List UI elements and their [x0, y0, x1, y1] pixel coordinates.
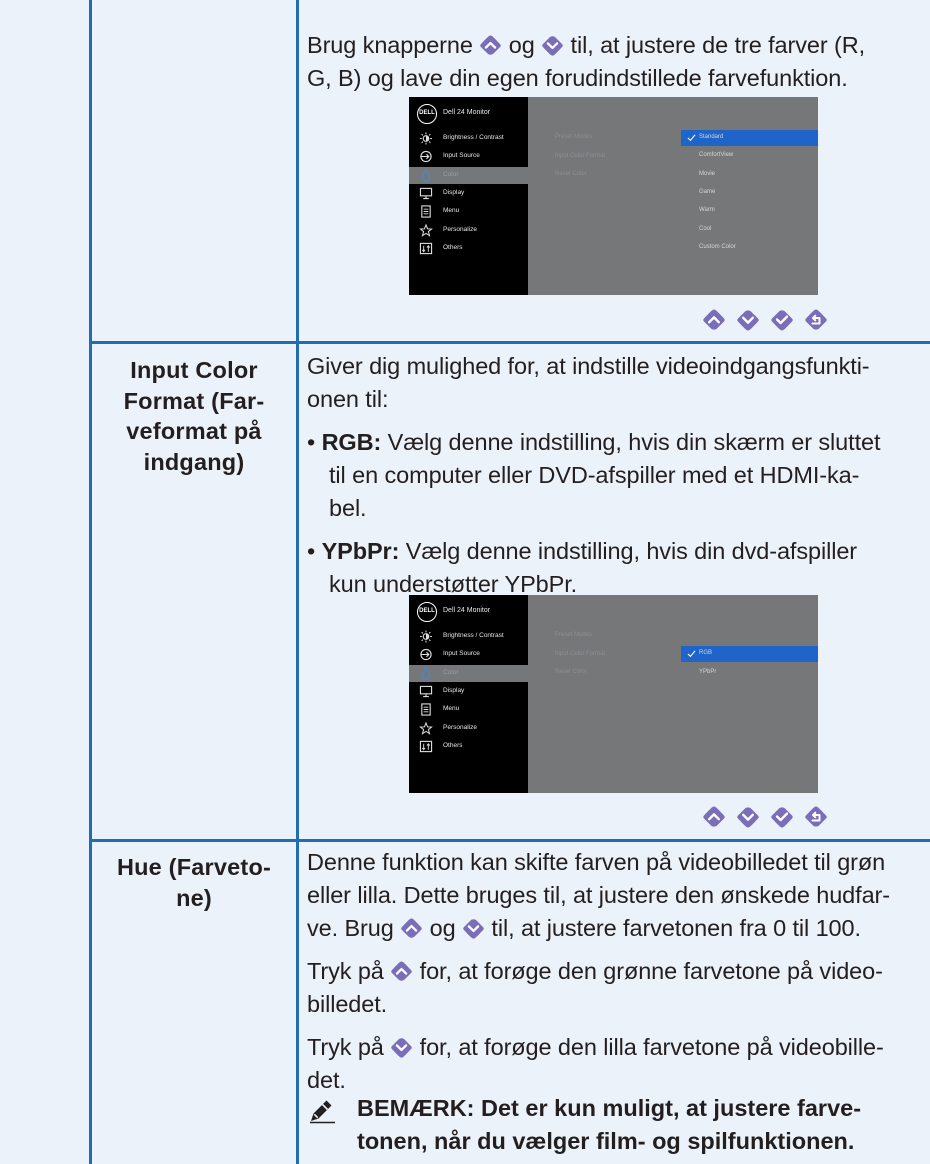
- menu-icon: [419, 703, 433, 716]
- osd-option-ypbpr[interactable]: YPbPr: [681, 665, 818, 681]
- osd-sub-preset-modes[interactable]: Preset Modes: [555, 134, 592, 140]
- row-divider-1: [89, 341, 930, 344]
- display-icon: [419, 685, 433, 698]
- osd-sub-input-color-format[interactable]: Input Color Format: [555, 651, 605, 657]
- osd-menu-menu[interactable]: Menu: [409, 203, 528, 220]
- osd-title: Dell 24 Monitor: [443, 109, 491, 116]
- down-button-icon: [462, 917, 485, 940]
- osd-menu-panel: DELL Dell 24 Monitor Brightness / Contra…: [409, 595, 528, 793]
- up-button-icon: [390, 960, 413, 983]
- osd-menu-others[interactable]: Others: [409, 738, 528, 755]
- osd-menu-others[interactable]: Others: [409, 240, 528, 257]
- input-source-icon: [419, 150, 433, 163]
- osd-option-cool[interactable]: Cool: [681, 222, 818, 238]
- star-icon: [419, 722, 433, 735]
- osd-preset-modes: DELL Dell 24 Monitor Brightness / Contra…: [409, 97, 818, 295]
- check-icon: [687, 133, 696, 142]
- osd-menu-input-source[interactable]: Input Source: [409, 646, 528, 663]
- dell-logo: DELL: [417, 104, 437, 124]
- osd-menu-input-source[interactable]: Input Source: [409, 148, 528, 165]
- osd-menu-color[interactable]: Color: [409, 665, 528, 682]
- hue-desc: Denne funktion kan skifte farven på vide…: [307, 846, 927, 1097]
- brightness-icon: [419, 132, 433, 145]
- osd-option-warm[interactable]: Warm: [681, 203, 818, 219]
- osd-menu-color[interactable]: Color: [409, 167, 528, 184]
- osd-option-rgb[interactable]: RGB: [681, 646, 818, 662]
- down-button-icon: [390, 1036, 413, 1059]
- menu-icon: [419, 205, 433, 218]
- color-icon: [419, 667, 433, 680]
- others-icon: [419, 242, 433, 255]
- down-button-icon: [736, 805, 760, 829]
- check-icon: [687, 649, 696, 658]
- osd-menu-panel: DELL Dell 24 Monitor Brightness / Contra…: [409, 97, 528, 295]
- osd-menu-brightness[interactable]: Brightness / Contrast: [409, 130, 528, 147]
- color-icon: [419, 169, 433, 182]
- back-button-icon: [804, 805, 828, 829]
- osd-sub-reset-color[interactable]: Reset Color: [555, 171, 587, 177]
- row-divider-2: [89, 839, 930, 842]
- hue-label: Hue (Farveto- ne): [116, 854, 272, 911]
- up-button-icon: [400, 917, 423, 940]
- osd-sub-preset-modes[interactable]: Preset Modes: [555, 632, 592, 638]
- intro-line-1: Brug knapperne og til, at justere de tre…: [307, 32, 866, 58]
- osd-menu-menu[interactable]: Menu: [409, 701, 528, 718]
- hue-line-3: ve. Brug og til, at justere farvetonen f…: [307, 915, 861, 941]
- down-button-icon: [736, 308, 760, 332]
- back-button-icon: [804, 308, 828, 332]
- osd-title: Dell 24 Monitor: [443, 607, 491, 614]
- osd-input-color-format: DELL Dell 24 Monitor Brightness / Contra…: [409, 595, 818, 793]
- osd-menu-personalize[interactable]: Personalize: [409, 222, 528, 239]
- osd-menu-display[interactable]: Display: [409, 185, 528, 202]
- display-icon: [419, 187, 433, 200]
- brightness-icon: [419, 630, 433, 643]
- input-color-format-desc: Giver dig mulighed for, at indstille vid…: [307, 350, 927, 601]
- osd-option-game[interactable]: Game: [681, 185, 818, 201]
- osd-nav-buttons-1: [702, 308, 838, 336]
- osd-option-standard[interactable]: Standard: [681, 130, 818, 146]
- osd-nav-buttons-2: [702, 805, 838, 833]
- osd-menu-personalize[interactable]: Personalize: [409, 720, 528, 737]
- bullet-rgb: • RGB: Vælg denne indstilling, hvis din …: [307, 429, 881, 521]
- star-icon: [419, 224, 433, 237]
- note-line-2: tonen, når du vælger film- og spilfunkti…: [357, 1128, 855, 1154]
- down-button-icon: [541, 34, 564, 57]
- osd-option-movie[interactable]: Movie: [681, 167, 818, 183]
- dell-logo: DELL: [417, 602, 437, 622]
- osd-sub-input-color-format[interactable]: Input Color Format: [555, 153, 605, 159]
- check-button-icon: [770, 805, 794, 829]
- note-pencil-icon: [310, 1100, 335, 1124]
- intro-text: Brug knapperne og til, at justere de tre…: [307, 29, 927, 95]
- osd-sub-reset-color[interactable]: Reset Color: [555, 669, 587, 675]
- table-border-left: [89, 0, 92, 1164]
- input-color-format-label: Input Color Format (Far- veformat på ind…: [123, 357, 265, 475]
- check-button-icon: [770, 308, 794, 332]
- table-border-middle: [296, 0, 299, 1164]
- osd-menu-display[interactable]: Display: [409, 683, 528, 700]
- up-button-icon: [479, 34, 502, 57]
- up-button-icon: [702, 805, 726, 829]
- note-line-1: BEMÆRK: Det er kun muligt, at justere fa…: [357, 1095, 862, 1121]
- bullet-ypbpr: • YPbPr: Vælg denne indstilling, hvis di…: [307, 538, 858, 597]
- others-icon: [419, 740, 433, 753]
- osd-option-custom-color[interactable]: Custom Color: [681, 240, 818, 256]
- input-source-icon: [419, 648, 433, 661]
- osd-menu-brightness[interactable]: Brightness / Contrast: [409, 628, 528, 645]
- osd-option-comfortview[interactable]: ComfortView: [681, 148, 818, 164]
- up-button-icon: [702, 308, 726, 332]
- intro-line-2: G, B) og lave din egen forudindstillede …: [307, 65, 848, 91]
